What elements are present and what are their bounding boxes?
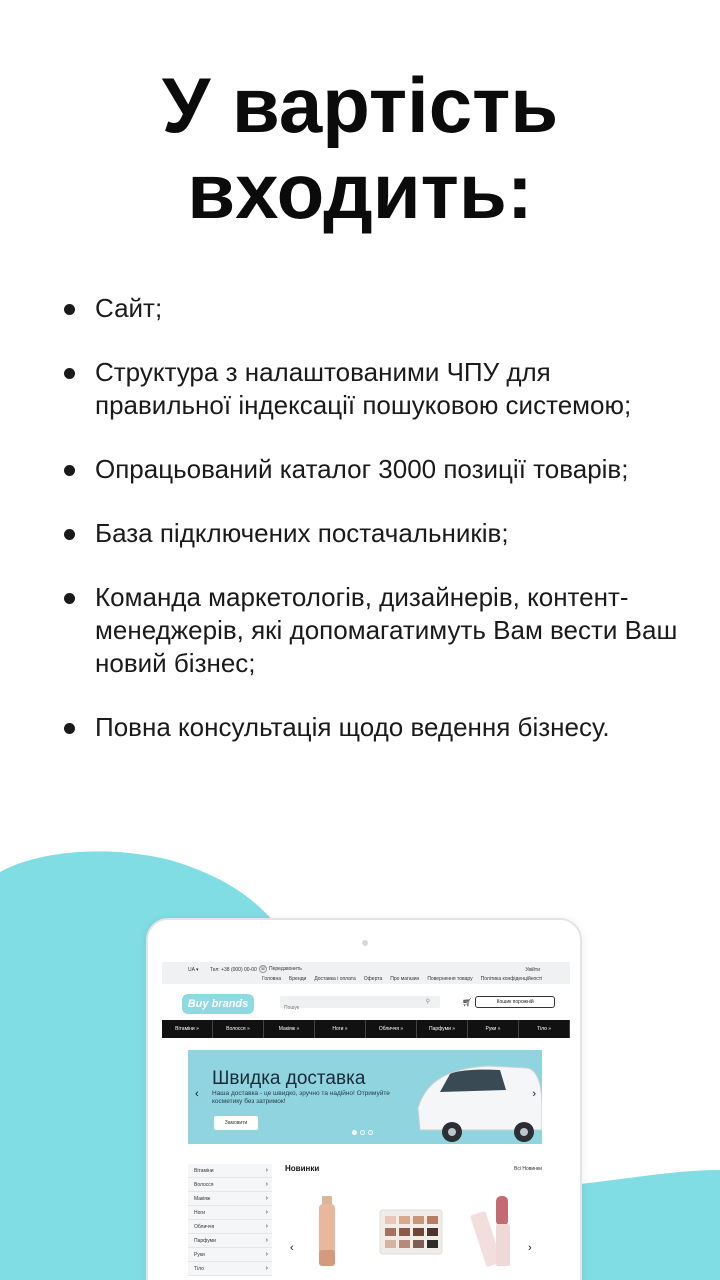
sidebar-item-body[interactable]: Тіло › xyxy=(188,1262,272,1276)
cart-button[interactable]: Кошик порожній xyxy=(475,996,556,1008)
chevron-left-icon[interactable]: ‹ xyxy=(195,1088,199,1100)
chevron-right-icon: › xyxy=(265,1223,268,1230)
phone-number: Тел: +38 (000) 00-00 xyxy=(210,967,257,973)
sidebar-item-hair[interactable]: Волосся › xyxy=(188,1178,272,1192)
search-icon[interactable]: ⚲ xyxy=(426,998,430,1005)
site-top-nav: Головна Бренди Доставка і оплата Оферта … xyxy=(262,976,542,982)
callback-link[interactable]: ☏ Передзвонить xyxy=(259,965,302,973)
promo-banner: ‹ › Швидка доставка Наша доставка - це ш… xyxy=(188,1050,542,1144)
list-item: База підключених постачальників; xyxy=(62,517,692,550)
carousel-dot[interactable] xyxy=(368,1130,373,1135)
bullet-dot-icon xyxy=(64,465,75,476)
included-list: Сайт; Структура з налаштованими ЧПУ для … xyxy=(62,292,692,775)
carousel-dots xyxy=(352,1130,373,1135)
new-products-title: Новинки xyxy=(285,1164,320,1173)
bullet-dot-icon xyxy=(64,304,75,315)
product-lipstick xyxy=(470,1196,510,1267)
chevron-right-icon: › xyxy=(265,1195,268,1202)
bullet-dot-icon xyxy=(64,368,75,379)
category-face[interactable]: Обличчя » xyxy=(366,1020,417,1038)
title-line-2: входить: xyxy=(187,147,533,235)
language-selector[interactable]: UA ▾ xyxy=(188,967,199,973)
carousel-dot[interactable] xyxy=(360,1130,365,1135)
sidebar-item-perfume[interactable]: Парфуми › xyxy=(188,1234,272,1248)
chevron-right-icon[interactable]: › xyxy=(528,1242,532,1254)
chevron-right-icon: › xyxy=(265,1181,268,1188)
page-title: У вартість входить: xyxy=(0,62,720,234)
product-foundation xyxy=(319,1196,335,1266)
chevron-right-icon: › xyxy=(265,1237,268,1244)
site-search: ⚲ xyxy=(280,996,440,1014)
nav-link-offer[interactable]: Оферта xyxy=(364,976,382,982)
product-eyeshadow-palette xyxy=(379,1209,443,1255)
chevron-right-icon: › xyxy=(265,1251,268,1258)
category-feet[interactable]: Ноги » xyxy=(315,1020,366,1038)
title-line-1: У вартість xyxy=(161,61,559,149)
chevron-left-icon[interactable]: ‹ xyxy=(290,1242,294,1254)
cart[interactable]: 🛒︎ Кошик порожній xyxy=(462,996,556,1008)
banner-title: Швидка доставка xyxy=(212,1068,366,1089)
category-makeup[interactable]: Макіяж » xyxy=(264,1020,315,1038)
list-item: Команда маркетологів, дизайнерів, контен… xyxy=(62,581,692,680)
chevron-right-icon: › xyxy=(265,1209,268,1216)
list-item: Сайт; xyxy=(62,292,692,325)
carousel-dot[interactable] xyxy=(352,1130,357,1135)
sidebar-item-makeup[interactable]: Макіяж › xyxy=(188,1192,272,1206)
sidebar-item-face[interactable]: Обличчя › xyxy=(188,1220,272,1234)
nav-link-delivery[interactable]: Доставка і оплата xyxy=(314,976,355,982)
all-new-link[interactable]: Всі Новинки xyxy=(514,1166,542,1172)
website-screen: UA ▾ Тел: +38 (000) 00-00 ☏ Передзвонить… xyxy=(162,960,570,1280)
cart-icon[interactable]: 🛒︎ xyxy=(462,998,472,1007)
bullet-dot-icon xyxy=(64,723,75,734)
search-input[interactable] xyxy=(280,1002,410,1014)
chevron-right-icon[interactable]: › xyxy=(532,1088,536,1100)
login-link[interactable]: Увійти xyxy=(525,967,540,973)
camera-icon xyxy=(362,940,368,946)
nav-link-privacy[interactable]: Політика конфіденційності xyxy=(481,976,543,982)
category-perfume[interactable]: Парфуми » xyxy=(417,1020,468,1038)
sidebar-item-feet[interactable]: Ноги › xyxy=(188,1206,272,1220)
nav-link-returns[interactable]: Повернення товару xyxy=(427,976,472,982)
category-body[interactable]: Тіло » xyxy=(519,1020,570,1038)
site-logo[interactable]: Buy brands xyxy=(182,994,254,1014)
list-item: Структура з налаштованими ЧПУ для правил… xyxy=(62,356,692,422)
list-item: Повна консультація щодо ведення бізнесу. xyxy=(62,711,692,744)
chevron-right-icon: › xyxy=(265,1265,268,1272)
site-topbar: UA ▾ Тел: +38 (000) 00-00 ☏ Передзвонить… xyxy=(162,962,570,984)
nav-link-home[interactable]: Головна xyxy=(262,976,281,982)
chevron-right-icon: › xyxy=(265,1167,268,1174)
sidebar-categories: Вітаміни › Волосся › Макіяж › Ноги › Обличчя… xyxy=(188,1164,272,1276)
category-hair[interactable]: Волосся » xyxy=(213,1020,264,1038)
nav-link-brands[interactable]: Бренди xyxy=(289,976,306,982)
category-hands[interactable]: Руки » xyxy=(468,1020,519,1038)
list-item: Опрацьований каталог 3000 позиції товарі… xyxy=(62,453,692,486)
bullet-dot-icon xyxy=(64,529,75,540)
order-button[interactable]: Замовити xyxy=(214,1116,258,1130)
category-vitamins[interactable]: Вітаміни » xyxy=(162,1020,213,1038)
sidebar-item-vitamins[interactable]: Вітаміни › xyxy=(188,1164,272,1178)
tablet-mockup: UA ▾ Тел: +38 (000) 00-00 ☏ Передзвонить… xyxy=(146,918,582,1280)
nav-link-about[interactable]: Про магазин xyxy=(390,976,419,982)
phone-icon: ☏ xyxy=(259,965,267,973)
category-nav: Вітаміни » Волосся » Макіяж » Ноги » Обл… xyxy=(162,1020,570,1038)
sidebar-item-hands[interactable]: Руки › xyxy=(188,1248,272,1262)
bullet-dot-icon xyxy=(64,593,75,604)
banner-text: Наша доставка - це швидко, зручно та над… xyxy=(212,1090,390,1105)
